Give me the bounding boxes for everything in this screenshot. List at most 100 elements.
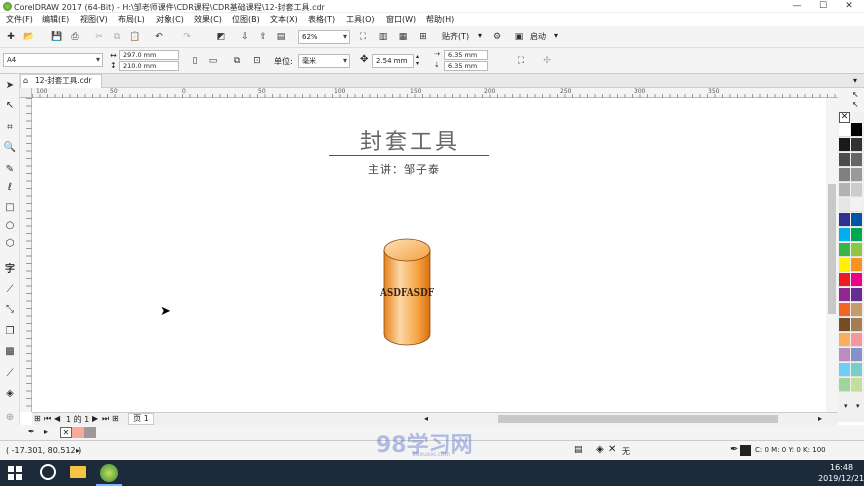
palette-swatch[interactable] [839, 243, 850, 257]
undo-icon[interactable]: ↶ [152, 30, 166, 44]
transparency-tool-icon[interactable]: ▩ [3, 344, 17, 358]
palette-swatch[interactable] [851, 303, 862, 317]
add-tool-icon[interactable]: ⊕ [3, 410, 17, 424]
import-icon[interactable]: ⇩ [238, 30, 252, 44]
palette-swatch[interactable] [839, 213, 850, 227]
menu-bitmaps[interactable]: 位图(B) [232, 14, 260, 25]
tab-page-1[interactable]: 页 1 [128, 413, 154, 425]
palette-swatch[interactable] [839, 228, 850, 242]
previous-page-icon[interactable]: ◀ [54, 414, 60, 423]
chevron-down-icon[interactable]: ▾ [478, 31, 482, 40]
page-width-input[interactable]: 297.0 mm [119, 50, 179, 60]
vertical-scroll-thumb[interactable] [828, 184, 836, 314]
home-icon[interactable]: ⌂ [23, 76, 28, 85]
menu-layout[interactable]: 布局(L) [118, 14, 145, 25]
windows-start-icon[interactable] [8, 466, 22, 480]
interactive-fill-icon[interactable]: ◈ [3, 386, 17, 400]
no-color-swatch[interactable]: ✕ [839, 112, 850, 123]
palette-swatch[interactable] [851, 258, 862, 272]
units-select[interactable]: 毫米 [298, 54, 350, 68]
chevron-down-icon[interactable]: ▾ [856, 402, 860, 410]
show-grid-icon[interactable]: ▦ [396, 30, 410, 44]
document-color-swatch[interactable] [72, 427, 84, 438]
ruler-origin[interactable] [20, 88, 32, 98]
palette-swatch[interactable] [851, 138, 862, 152]
pen-outline-icon[interactable]: ✒ [730, 444, 738, 455]
open-folder-icon[interactable]: 📂 [22, 30, 36, 44]
arrow-icon[interactable]: ↖ [852, 100, 859, 109]
palette-swatch[interactable] [839, 123, 850, 137]
add-page-icon[interactable]: ⊞ [112, 414, 119, 423]
ellipse-tool-icon[interactable]: ○ [3, 218, 17, 232]
chevron-down-icon[interactable]: ▾ [844, 402, 848, 410]
scroll-right-icon[interactable]: ▸ [818, 414, 822, 423]
palette-swatch[interactable] [851, 363, 862, 377]
menu-effects[interactable]: 效果(C) [194, 14, 222, 25]
scroll-left-icon[interactable]: ◂ [424, 414, 428, 423]
palette-swatch[interactable] [839, 318, 850, 332]
nudge-distance-input[interactable]: 2.54 mm [372, 54, 414, 68]
palette-swatch[interactable] [839, 168, 850, 182]
chevron-down-icon[interactable]: ▾ [554, 31, 558, 40]
landscape-icon[interactable]: ▭ [206, 54, 220, 68]
treat-as-filled-icon[interactable]: ⛶ [514, 54, 528, 68]
palette-swatch[interactable] [839, 273, 850, 287]
close-button[interactable]: ✕ [838, 0, 860, 13]
palette-swatch[interactable] [839, 363, 850, 377]
menu-view[interactable]: 视图(V) [80, 14, 108, 25]
palette-swatch[interactable] [839, 258, 850, 272]
palette-swatch[interactable] [851, 318, 862, 332]
menu-file[interactable]: 文件(F) [6, 14, 33, 25]
current-page-icon[interactable]: ⊡ [250, 54, 264, 68]
connector-tool-icon[interactable]: ⤡ [3, 302, 17, 316]
palette-swatch[interactable] [839, 333, 850, 347]
parallel-dimension-icon[interactable]: ⟋ [3, 282, 17, 296]
arrow-icon[interactable]: ↖ [852, 90, 859, 99]
crop-tool-icon[interactable]: ⌗ [3, 120, 17, 134]
copy-icon[interactable]: ⧉ [110, 30, 124, 44]
palette-swatch[interactable] [851, 168, 862, 182]
page-height-input[interactable]: 210.0 mm [119, 61, 179, 71]
zoom-level-select[interactable]: 62% [298, 30, 350, 44]
zoom-tool-icon[interactable]: 🔍 [3, 140, 17, 154]
envelope-cylinder[interactable]: ASDFASDF [380, 236, 436, 352]
export-icon[interactable]: ⇧ [256, 30, 270, 44]
palette-swatch[interactable] [839, 348, 850, 362]
palette-swatch[interactable] [851, 228, 862, 242]
palette-swatch[interactable] [839, 153, 850, 167]
cut-icon[interactable]: ✂ [92, 30, 106, 44]
palette-swatch[interactable] [851, 213, 862, 227]
fill-bucket-icon[interactable]: ◈ [596, 444, 604, 455]
page-options-icon[interactable]: ⊞ [34, 414, 41, 423]
palette-swatch[interactable] [851, 123, 862, 137]
search-content-icon[interactable]: ◩ [214, 30, 228, 44]
vertical-ruler[interactable] [20, 98, 32, 412]
paste-icon[interactable]: 📋 [128, 30, 142, 44]
print-icon[interactable]: ⎙ [68, 30, 82, 44]
eyedropper-icon[interactable]: ⟋ [3, 366, 17, 380]
subtitle-text[interactable]: 主讲：邹子泰 [368, 161, 440, 177]
first-page-icon[interactable]: ⏮ [44, 414, 51, 424]
palette-swatch[interactable] [851, 153, 862, 167]
full-screen-icon[interactable]: ⛶ [356, 30, 370, 44]
gear-icon[interactable]: ⚙ [490, 30, 504, 44]
freehand-tool-icon[interactable]: ✎ [3, 162, 17, 176]
drawing-canvas[interactable]: 封套工具 主讲：邹子泰 ASDFASDF ➤ [32, 98, 826, 412]
new-document-icon[interactable]: ✚ [4, 30, 18, 44]
options-icon[interactable]: ✣ [540, 54, 554, 68]
menu-text[interactable]: 文本(X) [270, 14, 298, 25]
tab-document[interactable]: 12-封套工具.cdr [20, 74, 102, 88]
palette-swatch[interactable] [851, 288, 862, 302]
page-size-select[interactable]: A4 [3, 53, 103, 67]
vertical-scrollbar[interactable] [826, 98, 838, 412]
show-rulers-icon[interactable]: ▥ [376, 30, 390, 44]
maximize-button[interactable]: ☐ [812, 0, 834, 13]
coreldraw-taskbar-icon[interactable] [100, 464, 118, 482]
chevron-down-icon[interactable]: ▾ [853, 76, 857, 85]
horizontal-scroll-thumb[interactable] [498, 415, 778, 423]
rectangle-tool-icon[interactable]: □ [3, 200, 17, 214]
redo-icon[interactable]: ↷ [180, 30, 194, 44]
show-guidelines-icon[interactable]: ⊞ [416, 30, 430, 44]
menu-tools[interactable]: 工具(O) [346, 14, 375, 25]
duplicate-x-input[interactable]: 6.35 mm [444, 50, 488, 60]
